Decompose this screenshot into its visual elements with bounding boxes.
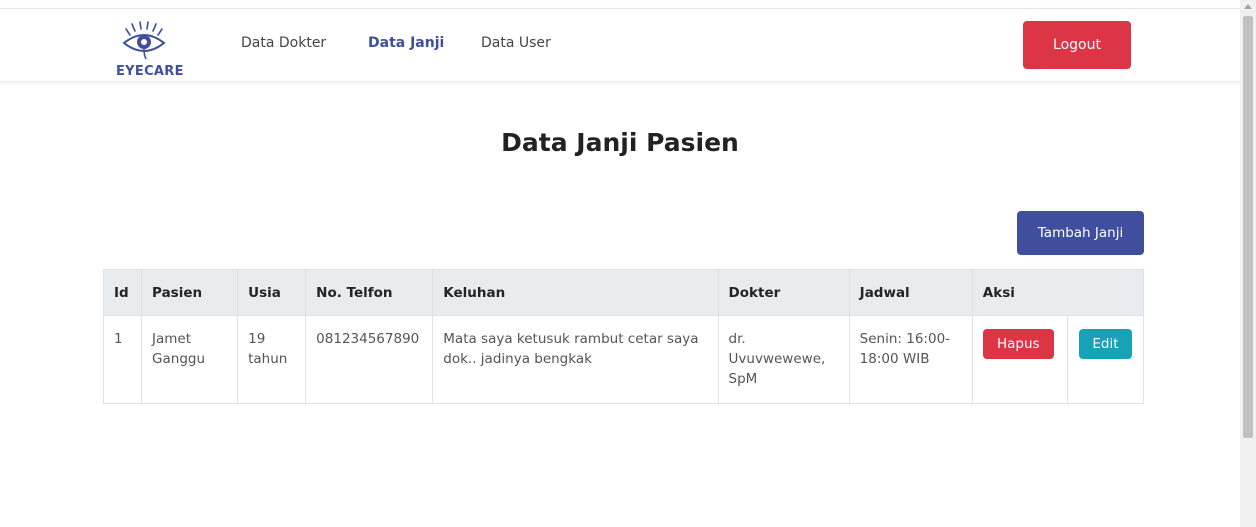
cell-id: 1 — [102, 315, 143, 404]
delete-button[interactable]: Hapus — [982, 329, 1054, 359]
nav-data-user[interactable]: Data User — [481, 35, 551, 51]
col-header-dokter: Dokter — [717, 269, 850, 316]
nav-data-dokter[interactable]: Data Dokter — [241, 35, 326, 51]
page-title: Data Janji Pasien — [501, 128, 739, 157]
cell-jadwal: Senin: 16:00-18:00 WIB — [848, 315, 973, 404]
scroll-up-arrow-icon[interactable] — [1244, 4, 1252, 9]
cell-hapus-action: Hapus — [971, 315, 1068, 404]
table-row: 1 Jamet Ganggu 19 tahun 081234567890 Mat… — [102, 315, 1145, 404]
col-header-telfon: No. Telfon — [305, 269, 434, 316]
col-header-id: Id — [102, 269, 143, 316]
edit-button[interactable]: Edit — [1078, 329, 1132, 359]
col-header-pasien: Pasien — [141, 269, 239, 316]
col-header-aksi: Aksi — [971, 269, 1145, 316]
add-appointment-button[interactable]: Tambah Janji — [1017, 211, 1144, 255]
cell-keluhan: Mata saya ketusuk rambut cetar saya dok.… — [432, 315, 719, 404]
brand-logo[interactable]: EYECARE — [112, 21, 184, 79]
cell-dokter: dr. Uvuvwewewe, SpM — [717, 315, 850, 404]
nav-data-janji[interactable]: Data Janji — [368, 35, 444, 51]
eye-icon — [122, 21, 166, 60]
window-top-strip — [0, 0, 1240, 8]
brand-name: EYECARE — [116, 64, 184, 79]
vertical-scrollbar[interactable] — [1240, 0, 1256, 527]
cell-usia: 19 tahun — [237, 315, 307, 404]
appointments-table: Id Pasien Usia No. Telfon Keluhan Dokter… — [102, 269, 1145, 404]
col-header-jadwal: Jadwal — [848, 269, 973, 316]
cell-telfon: 081234567890 — [305, 315, 434, 404]
cell-pasien: Jamet Ganggu — [141, 315, 239, 404]
logout-button[interactable]: Logout — [1023, 21, 1131, 69]
scrollbar-thumb[interactable] — [1243, 16, 1253, 438]
table-header-row: Id Pasien Usia No. Telfon Keluhan Dokter… — [102, 269, 1145, 316]
cell-edit-action: Edit — [1066, 315, 1145, 404]
col-header-keluhan: Keluhan — [432, 269, 719, 316]
col-header-usia: Usia — [237, 269, 307, 316]
top-navbar: EYECARE Data Dokter Data Janji Data User… — [0, 8, 1240, 81]
